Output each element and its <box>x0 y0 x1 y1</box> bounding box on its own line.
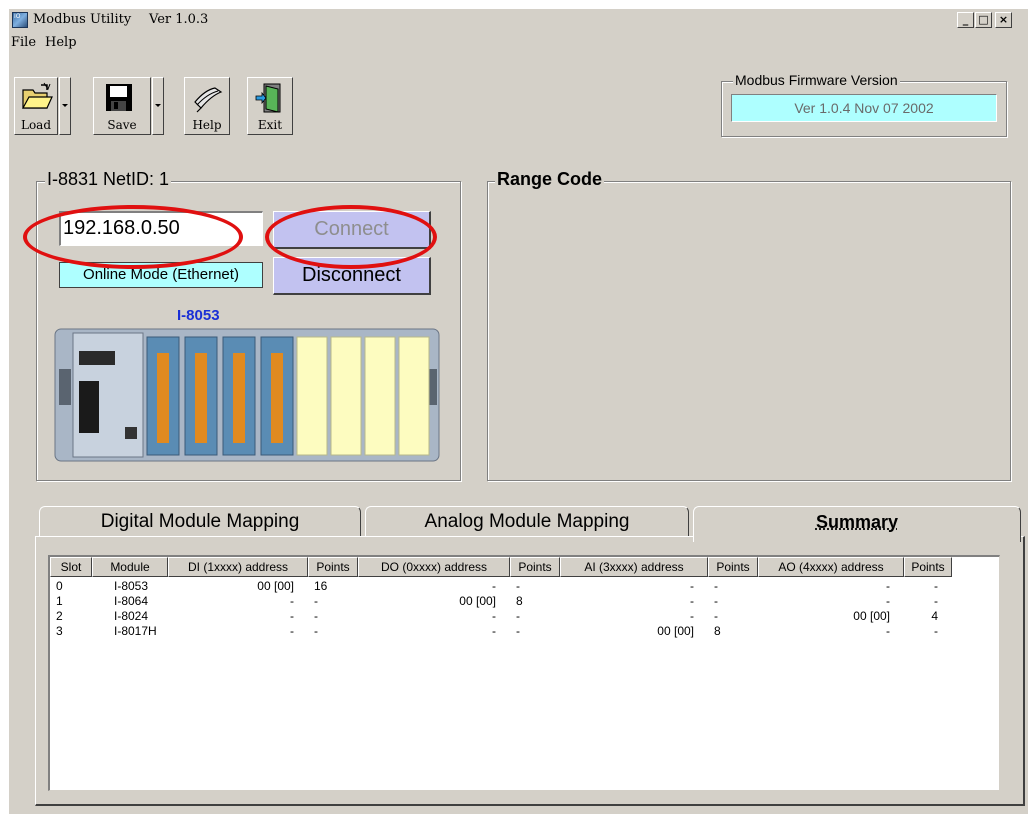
tab-summary[interactable]: Summary <box>693 506 1021 542</box>
column-header[interactable]: Points <box>510 557 560 577</box>
minimize-icon[interactable]: _ <box>957 12 974 28</box>
table-cell: - <box>516 624 520 638</box>
tab-digital-module-mapping[interactable]: Digital Module Mapping <box>39 506 361 540</box>
title-bar[interactable]: IO Modbus Utility Ver 1.0.3 _ □ × <box>9 9 1028 31</box>
app-icon[interactable]: IO <box>12 12 28 28</box>
open-folder-icon <box>21 82 53 114</box>
table-cell: 4 <box>904 609 938 623</box>
column-header[interactable]: Slot <box>50 557 92 577</box>
help-label: Help <box>185 118 229 132</box>
load-label: Load <box>15 118 57 132</box>
maximize-icon[interactable]: □ <box>975 12 992 28</box>
table-cell: - <box>904 624 938 638</box>
firmware-group-title: Modbus Firmware Version <box>733 72 900 88</box>
mapping-tabs: Digital Module Mapping Analog Module Map… <box>35 506 1025 806</box>
module-model-label: I-8053 <box>177 307 220 324</box>
table-cell: - <box>904 594 938 608</box>
table-cell: 8 <box>714 624 721 638</box>
menu-help[interactable]: Help <box>45 35 77 50</box>
table-cell: - <box>560 609 694 623</box>
column-header[interactable]: Points <box>708 557 758 577</box>
column-header[interactable]: Points <box>308 557 358 577</box>
load-button[interactable]: Load <box>14 77 58 135</box>
save-label: Save <box>94 118 150 132</box>
column-header[interactable]: Points <box>904 557 952 577</box>
table-cell: - <box>560 579 694 593</box>
summary-panel: Slot Module DI (1xxxx) address Points DO (0x… <box>35 536 1025 806</box>
table-cell: - <box>758 579 890 593</box>
table-cell: - <box>314 594 318 608</box>
close-icon[interactable]: × <box>995 12 1012 28</box>
table-cell: 00 [00] <box>168 579 294 593</box>
tab-analog-module-mapping[interactable]: Analog Module Mapping <box>365 506 689 540</box>
ip-highlight-oval <box>23 205 243 269</box>
menu-bar: File Help <box>9 33 1028 53</box>
table-cell: I-8017H <box>114 624 157 638</box>
table-cell: 3 <box>56 624 63 638</box>
window-version: Ver 1.0.3 <box>149 12 208 27</box>
column-header[interactable]: DI (1xxxx) address <box>168 557 308 577</box>
column-header[interactable]: AO (4xxxx) address <box>758 557 904 577</box>
table-cell: - <box>314 609 318 623</box>
table-cell: I-8053 <box>114 579 148 593</box>
save-button[interactable]: Save <box>93 77 151 135</box>
table-cell: 16 <box>314 579 327 593</box>
table-cell: - <box>168 609 294 623</box>
table-cell: - <box>516 609 520 623</box>
table-cell: - <box>358 609 496 623</box>
table-cell: - <box>168 624 294 638</box>
table-header: Slot Module DI (1xxxx) address Points DO (0x… <box>50 557 999 577</box>
help-button[interactable]: Help <box>184 77 230 135</box>
column-header[interactable]: Module <box>92 557 168 577</box>
device-chassis-image <box>51 325 443 469</box>
load-dropdown-arrow[interactable] <box>59 77 71 135</box>
table-cell: - <box>714 579 718 593</box>
connect-highlight-oval <box>265 205 437 269</box>
table-cell: - <box>758 624 890 638</box>
toolbar: Load Save Help Exit Modbus Firmware Vers… <box>9 59 1028 149</box>
save-dropdown-arrow[interactable] <box>152 77 164 135</box>
table-cell: 8 <box>516 594 523 608</box>
table-cell: - <box>314 624 318 638</box>
table-cell: - <box>358 579 496 593</box>
exit-door-icon <box>254 82 286 114</box>
window-title: Modbus Utility <box>33 12 131 27</box>
table-cell: 0 <box>56 579 63 593</box>
table-cell: I-8064 <box>114 594 148 608</box>
table-cell: 00 [00] <box>560 624 694 638</box>
table-cell: - <box>904 579 938 593</box>
table-cell: 00 [00] <box>758 609 890 623</box>
help-book-icon <box>191 82 223 114</box>
table-cell: 1 <box>56 594 63 608</box>
table-cell: 00 [00] <box>358 594 496 608</box>
exit-label: Exit <box>248 118 292 132</box>
firmware-version-field: Ver 1.0.4 Nov 07 2002 <box>731 94 997 122</box>
table-cell: - <box>758 594 890 608</box>
table-cell: - <box>714 609 718 623</box>
floppy-disk-icon <box>100 82 136 114</box>
exit-button[interactable]: Exit <box>247 77 293 135</box>
table-cell: - <box>560 594 694 608</box>
menu-file[interactable]: File <box>11 35 36 50</box>
range-code-group <box>487 181 1011 481</box>
column-header[interactable]: DO (0xxxx) address <box>358 557 510 577</box>
table-cell: - <box>358 624 496 638</box>
main-window: IO Modbus Utility Ver 1.0.3 _ □ × File H… <box>8 8 1028 814</box>
table-cell: - <box>168 594 294 608</box>
table-cell: - <box>516 579 520 593</box>
table-cell: 2 <box>56 609 63 623</box>
table-cell: I-8024 <box>114 609 148 623</box>
device-group-title: I-8831 NetID: 1 <box>45 169 171 190</box>
range-code-group-title: Range Code <box>495 169 604 190</box>
summary-table[interactable]: Slot Module DI (1xxxx) address Points DO (0x… <box>48 555 1000 791</box>
table-cell: - <box>714 594 718 608</box>
column-header[interactable]: AI (3xxxx) address <box>560 557 708 577</box>
app-icon-text: IO <box>13 13 27 20</box>
